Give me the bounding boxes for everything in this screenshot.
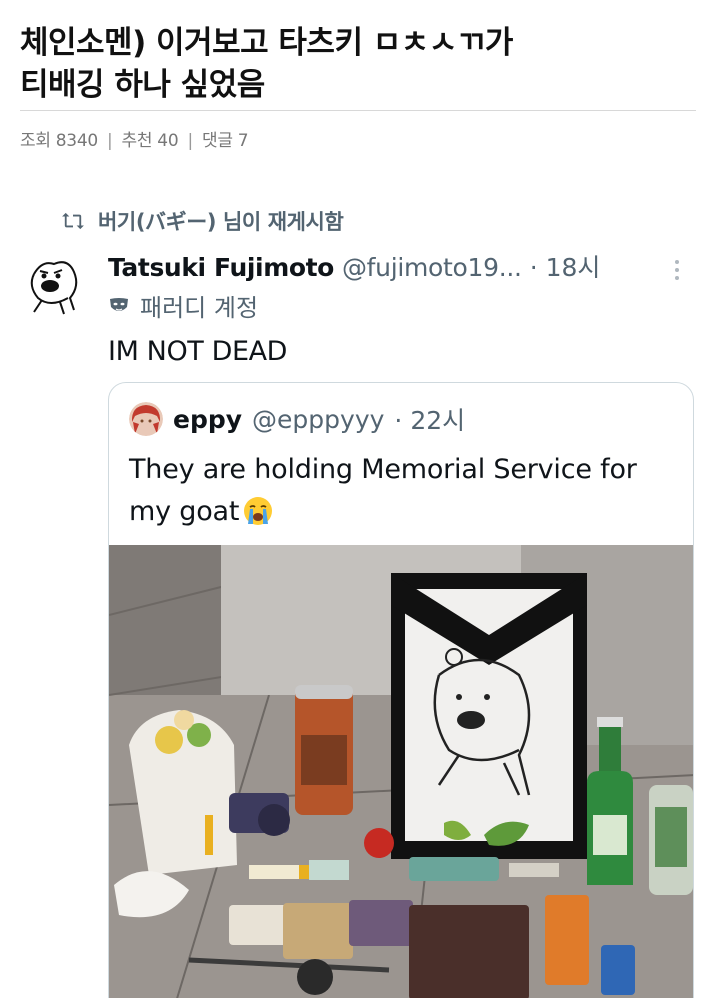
retweet-row: 버기(バギー) 님이 재게시함 — [62, 206, 344, 236]
quote-time[interactable]: · 22시 — [394, 401, 465, 437]
avatar[interactable] — [20, 252, 88, 320]
portrait-frame — [391, 573, 587, 859]
quote-text-body: They are holding Memorial Service for my… — [129, 454, 637, 527]
parody-label: 패러디 계정 — [140, 294, 259, 322]
avatar-drawing-icon — [30, 261, 78, 315]
quote-display-name[interactable]: eppy — [173, 405, 242, 434]
user-handle[interactable]: @fujimoto19... — [342, 253, 522, 282]
recommend-count: 추천 40 — [121, 131, 179, 151]
tweet-header: Tatsuki Fujimoto @fujimoto19... · 18시 — [108, 248, 600, 284]
meta-separator: | — [106, 131, 113, 151]
beer-can — [295, 685, 353, 815]
quote-user-handle[interactable]: @epppyyy — [252, 405, 384, 434]
views-count: 조회 8340 — [20, 131, 98, 151]
post-title: 체인소멘) 이거보고 타츠키 ㅁㅊㅅㄲ가 티배깅 하나 싶었음 — [20, 22, 700, 106]
meta-separator: | — [187, 131, 193, 151]
retweet-label[interactable]: 버기(バギー) 님이 재게시함 — [98, 206, 344, 236]
parody-label-row: 패러디 계정 — [108, 288, 258, 323]
display-name[interactable]: Tatsuki Fujimoto — [108, 253, 334, 282]
crying-face-emoji-icon — [244, 497, 273, 525]
drink-can — [649, 785, 693, 895]
post-meta: 조회 8340 | 추천 40 | 댓글 7 — [20, 126, 249, 151]
parody-mask-icon — [110, 297, 128, 311]
comments-count: 댓글 7 — [202, 131, 249, 151]
quote-avatar[interactable] — [129, 402, 163, 436]
more-icon[interactable] — [672, 258, 682, 282]
quote-text: They are holding Memorial Service for my… — [129, 449, 679, 533]
quote-header: eppy @epppyyy · 22시 — [129, 401, 465, 437]
tweet-text: IM NOT DEAD — [108, 336, 288, 367]
tweet-time[interactable]: · 18시 — [530, 248, 601, 284]
post-title-line-1: 체인소멘) 이거보고 타츠키 ㅁㅊㅅㄲ가 — [20, 25, 513, 61]
tweet-screenshot: 버기(バギー) 님이 재게시함 Tatsuki Fujimoto @fujimo… — [0, 160, 714, 998]
retweet-icon — [62, 212, 84, 230]
quote-tweet-card[interactable]: eppy @epppyyy · 22시 They are holding Mem… — [108, 382, 694, 998]
title-divider — [20, 110, 696, 111]
memorial-photo[interactable] — [109, 545, 694, 998]
post-title-line-2: 티배깅 하나 싶었음 — [20, 67, 265, 103]
